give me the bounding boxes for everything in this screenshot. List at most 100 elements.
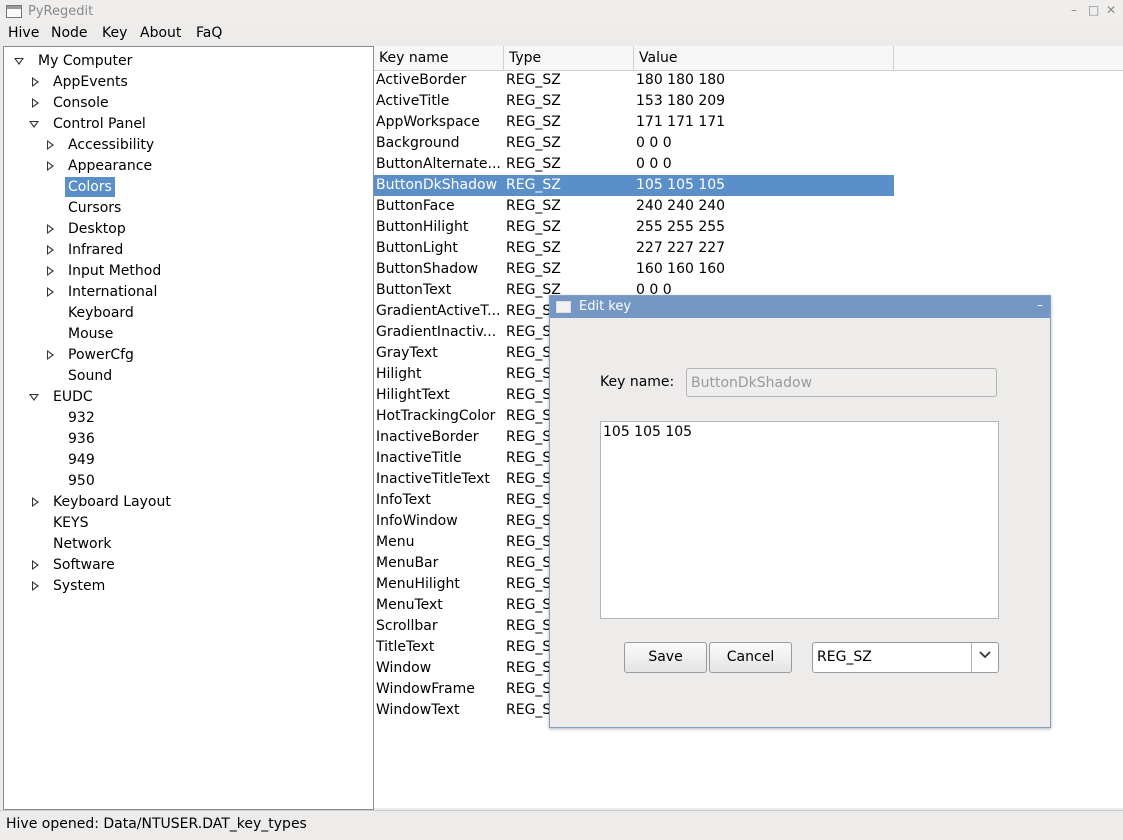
cell-name: InfoText [376,492,431,508]
cell-name: ButtonShadow [376,261,479,277]
app-window-icon [6,5,22,18]
maximize-window-icon[interactable]: □ [1088,3,1099,17]
column-header-type[interactable]: Type [504,46,634,70]
dialog-title: Edit key [579,299,632,314]
registry-tree[interactable]: My Computer AppEvents Console Control Panel… [3,46,374,810]
cancel-button[interactable]: Cancel [709,642,792,673]
tree-node[interactable]: AppEvents [50,72,131,93]
expanded-arrow-icon[interactable] [29,394,39,401]
minimize-window-icon[interactable]: – [1071,3,1077,17]
cell-name: InactiveTitle [376,450,462,466]
tree-node[interactable]: Keyboard Layout [50,492,174,513]
tree-node[interactable]: Appearance [65,156,155,177]
table-row[interactable]: ActiveTitle REG_SZ 153 180 209 [374,91,894,112]
table-row[interactable]: ButtonFace REG_SZ 240 240 240 [374,196,894,217]
table-row[interactable]: ButtonLight REG_SZ 227 227 227 [374,238,894,259]
menu-hive[interactable]: Hive [8,25,39,41]
tree-node-label: System [53,578,106,594]
tree-node[interactable]: 950 [65,471,98,492]
cell-type: REG_SZ [506,114,561,130]
tree-node[interactable]: Infrared [65,240,126,261]
tree-node-label: Appearance [68,158,153,174]
tree-node[interactable]: Cursors [65,198,124,219]
tree-node[interactable]: EUDC [50,387,96,408]
dialog-window-icon [556,301,571,313]
tree-node[interactable]: My Computer [35,51,135,72]
cell-name: MenuBar [376,555,439,571]
table-row[interactable]: ActiveBorder REG_SZ 180 180 180 [374,70,894,91]
cell-type: REG_SZ [506,72,561,88]
column-header-value[interactable]: Value [634,46,894,70]
tree-node[interactable]: Accessibility [65,135,157,156]
column-header-key-name[interactable]: Key name [374,46,504,70]
dialog-titlebar[interactable]: Edit key – [550,296,1050,318]
combo-separator [971,643,972,672]
tree-node[interactable]: Control Panel [50,114,149,135]
collapsed-arrow-icon[interactable] [32,98,39,108]
collapsed-arrow-icon[interactable] [47,245,54,255]
table-row[interactable]: ButtonDkShadow REG_SZ 105 105 105 [374,175,894,196]
tree-node[interactable]: Console [50,93,112,114]
collapsed-arrow-icon[interactable] [32,497,39,507]
value-text-area[interactable]: 105 105 105 [600,421,999,619]
cell-name: TitleText [376,639,435,655]
table-row[interactable]: Background REG_SZ 0 0 0 [374,133,894,154]
tree-node[interactable]: Sound [65,366,115,387]
tree-node-label: KEYS [53,515,89,531]
table-row[interactable]: ButtonAlternate... REG_SZ 0 0 0 [374,154,894,175]
tree-node-label: Keyboard [68,305,134,321]
collapsed-arrow-icon[interactable] [47,266,54,276]
table-row[interactable]: ButtonShadow REG_SZ 160 160 160 [374,259,894,280]
menu-faq[interactable]: FaQ [196,25,222,41]
window-title: PyRegedit [28,4,94,19]
cell-value: 0 0 0 [636,135,672,151]
menu-key[interactable]: Key [102,25,127,41]
cell-type: REG_SZ [506,261,561,277]
tree-node[interactable]: Input Method [65,261,164,282]
tree-node[interactable]: Mouse [65,324,116,345]
chevron-down-icon[interactable] [977,647,993,663]
collapsed-arrow-icon[interactable] [32,77,39,87]
table-row[interactable]: ButtonHilight REG_SZ 255 255 255 [374,217,894,238]
tree-node-label: Keyboard Layout [53,494,171,510]
save-button[interactable]: Save [624,642,707,673]
tree-node[interactable]: Keyboard [65,303,137,324]
tree-node[interactable]: International [65,282,160,303]
cell-name: InfoWindow [376,513,458,529]
tree-node[interactable]: Software [50,555,118,576]
cell-type: REG_SZ [506,156,561,172]
cell-name: GradientInactiv... [376,324,497,340]
tree-node[interactable]: 949 [65,450,98,471]
tree-node[interactable]: 936 [65,429,98,450]
key-type-select[interactable]: REG_SZ [812,642,999,673]
tree-node[interactable]: 932 [65,408,98,429]
tree-node[interactable]: Desktop [65,219,129,240]
tree-node[interactable]: PowerCfg [65,345,137,366]
collapsed-arrow-icon[interactable] [47,287,54,297]
expanded-arrow-icon[interactable] [29,121,39,128]
collapsed-arrow-icon[interactable] [32,581,39,591]
tree-node[interactable]: Colors [65,177,115,198]
window-titlebar[interactable]: PyRegedit – □ ✕ [0,0,1123,24]
cell-name: HotTrackingColor [376,408,496,424]
menu-node[interactable]: Node [51,25,88,41]
close-window-icon[interactable]: ✕ [1106,3,1116,17]
cell-name: Window [376,660,432,676]
collapsed-arrow-icon[interactable] [32,560,39,570]
collapsed-arrow-icon[interactable] [47,224,54,234]
dialog-minimize-icon[interactable]: – [1037,298,1043,312]
tree-node-label: EUDC [53,389,93,405]
tree-node[interactable]: Network [50,534,114,555]
tree-node[interactable]: KEYS [50,513,91,534]
table-row[interactable]: AppWorkspace REG_SZ 171 171 171 [374,112,894,133]
collapsed-arrow-icon[interactable] [47,350,54,360]
tree-node[interactable]: System [50,576,108,597]
collapsed-arrow-icon[interactable] [47,140,54,150]
key-name-label: Key name: [600,374,675,390]
cell-name: ButtonAlternate... [376,156,500,172]
menu-about[interactable]: About [140,25,181,41]
cell-value: 160 160 160 [636,261,726,277]
collapsed-arrow-icon[interactable] [47,161,54,171]
expanded-arrow-icon[interactable] [14,58,24,65]
key-name-field[interactable]: ButtonDkShadow [686,368,997,397]
